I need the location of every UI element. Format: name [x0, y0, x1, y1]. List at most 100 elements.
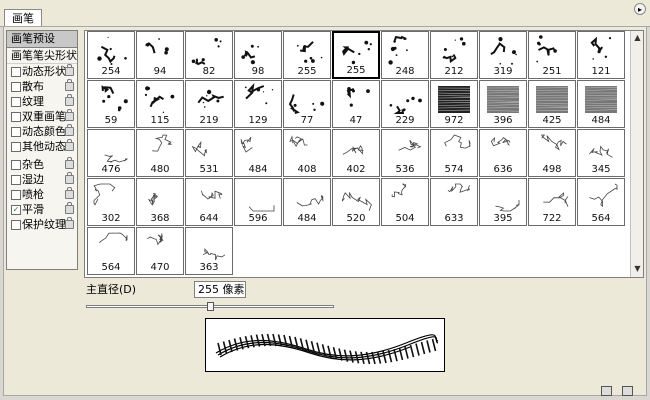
- scroll-down-icon[interactable]: ▼: [632, 263, 643, 274]
- brush-preset[interactable]: 574: [430, 129, 478, 177]
- brush-preset[interactable]: 212: [430, 31, 478, 79]
- checkbox[interactable]: [11, 220, 21, 230]
- brush-preset[interactable]: 480: [136, 129, 184, 177]
- brush-preset[interactable]: 319: [479, 31, 527, 79]
- checkbox[interactable]: [11, 127, 21, 137]
- stroke-tick: [338, 348, 343, 361]
- brush-preset[interactable]: 470: [136, 227, 184, 275]
- lock-icon[interactable]: [65, 202, 74, 214]
- diameter-input[interactable]: 255 像素: [194, 281, 246, 298]
- lock-icon[interactable]: [65, 94, 74, 106]
- lock-icon[interactable]: [65, 109, 74, 121]
- trash-icon[interactable]: [622, 386, 633, 396]
- brush-preset[interactable]: 536: [381, 129, 429, 177]
- checkbox[interactable]: [11, 190, 21, 200]
- brush-preset[interactable]: 395: [479, 178, 527, 226]
- brush-preset[interactable]: 363: [185, 227, 233, 275]
- checkbox[interactable]: [11, 142, 21, 152]
- sidebar-item[interactable]: 纹理: [7, 94, 77, 109]
- brush-preset[interactable]: 98: [234, 31, 282, 79]
- brush-preset[interactable]: 121: [577, 31, 625, 79]
- sidebar-item[interactable]: 湿边: [7, 172, 77, 187]
- brush-preset[interactable]: 531: [185, 129, 233, 177]
- brush-size-label: 98: [251, 66, 265, 77]
- brush-preset[interactable]: 47: [332, 80, 380, 128]
- brush-preset[interactable]: 484: [234, 129, 282, 177]
- lock-icon[interactable]: [65, 157, 74, 169]
- brush-preset[interactable]: 476: [87, 129, 135, 177]
- sidebar-item[interactable]: 保护纹理: [7, 217, 77, 232]
- brush-size-label: 476: [101, 164, 121, 175]
- brush-preset[interactable]: 229: [381, 80, 429, 128]
- brush-preset[interactable]: 402: [332, 129, 380, 177]
- brush-preset[interactable]: 251: [528, 31, 576, 79]
- brush-preset[interactable]: 636: [479, 129, 527, 177]
- brush-preset[interactable]: 504: [381, 178, 429, 226]
- sidebar-item[interactable]: 动态形状: [7, 64, 77, 79]
- checkbox[interactable]: [11, 112, 21, 122]
- brush-preset[interactable]: 82: [185, 31, 233, 79]
- checkbox[interactable]: ✓: [11, 205, 21, 215]
- sidebar-item[interactable]: ✓ 平滑: [7, 202, 77, 217]
- brush-preset[interactable]: 396: [479, 80, 527, 128]
- brush-preset[interactable]: 484: [283, 178, 331, 226]
- lock-icon[interactable]: [65, 79, 74, 91]
- brush-preset[interactable]: 254: [87, 31, 135, 79]
- brush-thumbnail: [584, 86, 618, 113]
- sidebar-item-label: 动态颜色: [22, 125, 66, 138]
- sidebar-item-tip-shape[interactable]: 画笔笔尖形状: [7, 48, 77, 64]
- brush-preset[interactable]: 484: [577, 80, 625, 128]
- brush-preset[interactable]: 255: [332, 31, 380, 79]
- lock-icon[interactable]: [65, 187, 74, 199]
- new-brush-icon[interactable]: [601, 386, 612, 396]
- lock-icon[interactable]: [65, 64, 74, 76]
- checkbox[interactable]: [11, 175, 21, 185]
- brush-preset[interactable]: 722: [528, 178, 576, 226]
- brush-preset[interactable]: 408: [283, 129, 331, 177]
- checkbox[interactable]: [11, 160, 21, 170]
- sidebar-header-presets[interactable]: 画笔预设: [7, 31, 77, 48]
- brush-preset[interactable]: 564: [577, 178, 625, 226]
- brush-preset[interactable]: 59: [87, 80, 135, 128]
- brush-preset[interactable]: 255: [283, 31, 331, 79]
- scrollbar[interactable]: ▲ ▼: [630, 31, 643, 277]
- sidebar-item[interactable]: 动态颜色: [7, 124, 77, 139]
- brush-preset[interactable]: 596: [234, 178, 282, 226]
- brush-preset[interactable]: 302: [87, 178, 135, 226]
- diameter-slider-thumb[interactable]: [207, 302, 214, 311]
- brush-preset[interactable]: 498: [528, 129, 576, 177]
- brush-preset[interactable]: 972: [430, 80, 478, 128]
- brush-preset[interactable]: 520: [332, 178, 380, 226]
- scroll-up-icon[interactable]: ▲: [632, 32, 643, 43]
- brush-preset[interactable]: 368: [136, 178, 184, 226]
- brush-thumbnail: [486, 86, 520, 113]
- checkbox[interactable]: [11, 97, 21, 107]
- brush-preset[interactable]: 633: [430, 178, 478, 226]
- sidebar-item[interactable]: 杂色: [7, 157, 77, 172]
- lock-icon[interactable]: [65, 217, 74, 229]
- sidebar-item[interactable]: 喷枪: [7, 187, 77, 202]
- brush-size-label: 82: [202, 66, 216, 77]
- checkbox[interactable]: [11, 67, 21, 77]
- brush-preset[interactable]: 564: [87, 227, 135, 275]
- brush-preset[interactable]: 129: [234, 80, 282, 128]
- lock-icon[interactable]: [65, 124, 74, 136]
- lock-icon[interactable]: [65, 172, 74, 184]
- brush-preset[interactable]: 219: [185, 80, 233, 128]
- brush-preset[interactable]: 248: [381, 31, 429, 79]
- lock-icon[interactable]: [65, 139, 74, 151]
- stroke-tick: [393, 349, 398, 362]
- brush-preset[interactable]: 425: [528, 80, 576, 128]
- sidebar-item[interactable]: 其他动态: [7, 139, 77, 154]
- brush-preset[interactable]: 77: [283, 80, 331, 128]
- tab-brushes[interactable]: 画笔: [4, 9, 42, 26]
- brush-preset[interactable]: 644: [185, 178, 233, 226]
- sidebar-item[interactable]: 散布: [7, 79, 77, 94]
- sidebar-item[interactable]: 双重画笔: [7, 109, 77, 124]
- checkbox[interactable]: [11, 82, 21, 92]
- brush-preset[interactable]: 115: [136, 80, 184, 128]
- brush-size-label: 633: [444, 213, 464, 224]
- brush-preset[interactable]: 345: [577, 129, 625, 177]
- panel-menu-arrow-icon[interactable]: ▸: [634, 3, 646, 15]
- brush-preset[interactable]: 94: [136, 31, 184, 79]
